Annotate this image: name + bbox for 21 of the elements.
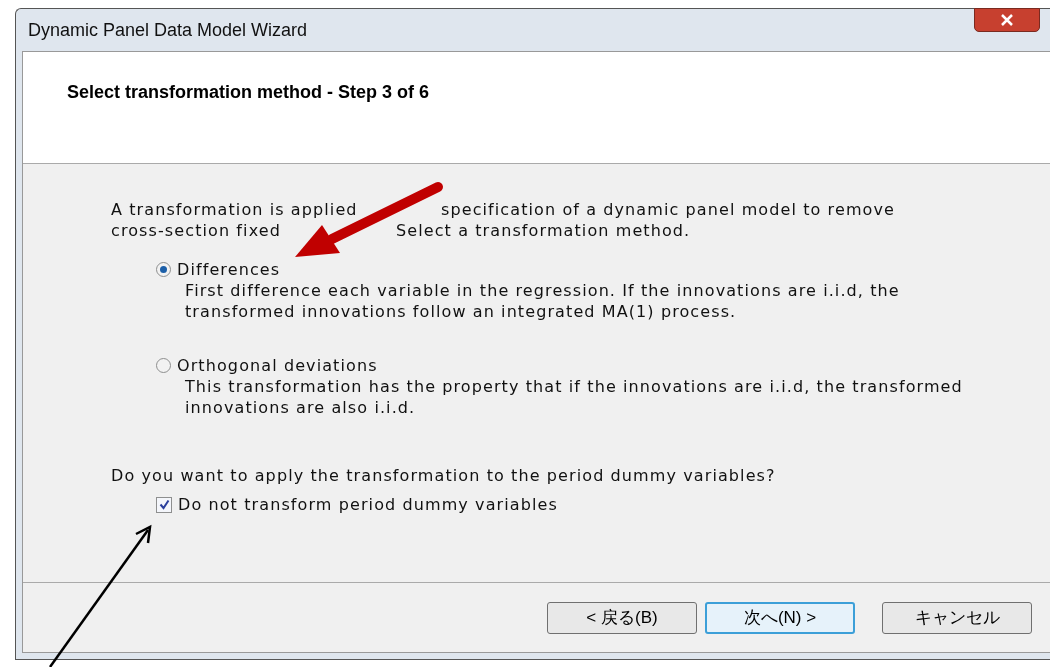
wizard-button[interactable]: キャンセル bbox=[882, 601, 1032, 634]
checkbox[interactable] bbox=[156, 496, 172, 513]
close-button[interactable] bbox=[974, 8, 1040, 32]
checkmark-icon bbox=[158, 499, 170, 510]
wizard-button[interactable]: < 戻る(B) bbox=[547, 601, 697, 634]
radio-button[interactable] bbox=[156, 262, 171, 277]
radio-button[interactable] bbox=[156, 358, 171, 373]
radio-label: Differences bbox=[177, 259, 281, 280]
option-description: First difference each variable in the regression. If the innovations are i.i.d, the transformed innovations follow an integrated MA(1) process. bbox=[184, 280, 901, 322]
option-description: This transformation has the property that if the innovations are i.i.d, the transformed innovations are also i.i.d. bbox=[184, 376, 964, 418]
close-icon bbox=[1000, 14, 1014, 26]
window-title: Dynamic Panel Data Model Wizard bbox=[28, 18, 308, 42]
intro-text: specification of a dynamic panel model to remove bbox=[441, 200, 895, 219]
question-text: Do you want to apply the transformation to the period dummy variables? bbox=[111, 465, 777, 486]
checkbox-label: Do not transform period dummy variables bbox=[178, 494, 558, 515]
step-title: Select transformation method - Step 3 of 6 bbox=[67, 82, 430, 102]
intro-text: A transformation is applied bbox=[111, 200, 358, 219]
intro-text: cross-section fixed bbox=[111, 221, 281, 240]
wizard-button[interactable]: 次へ(N) > bbox=[705, 601, 855, 634]
radio-label: Orthogonal deviations bbox=[177, 355, 378, 376]
intro-text: Select a transformation method. bbox=[396, 221, 691, 240]
